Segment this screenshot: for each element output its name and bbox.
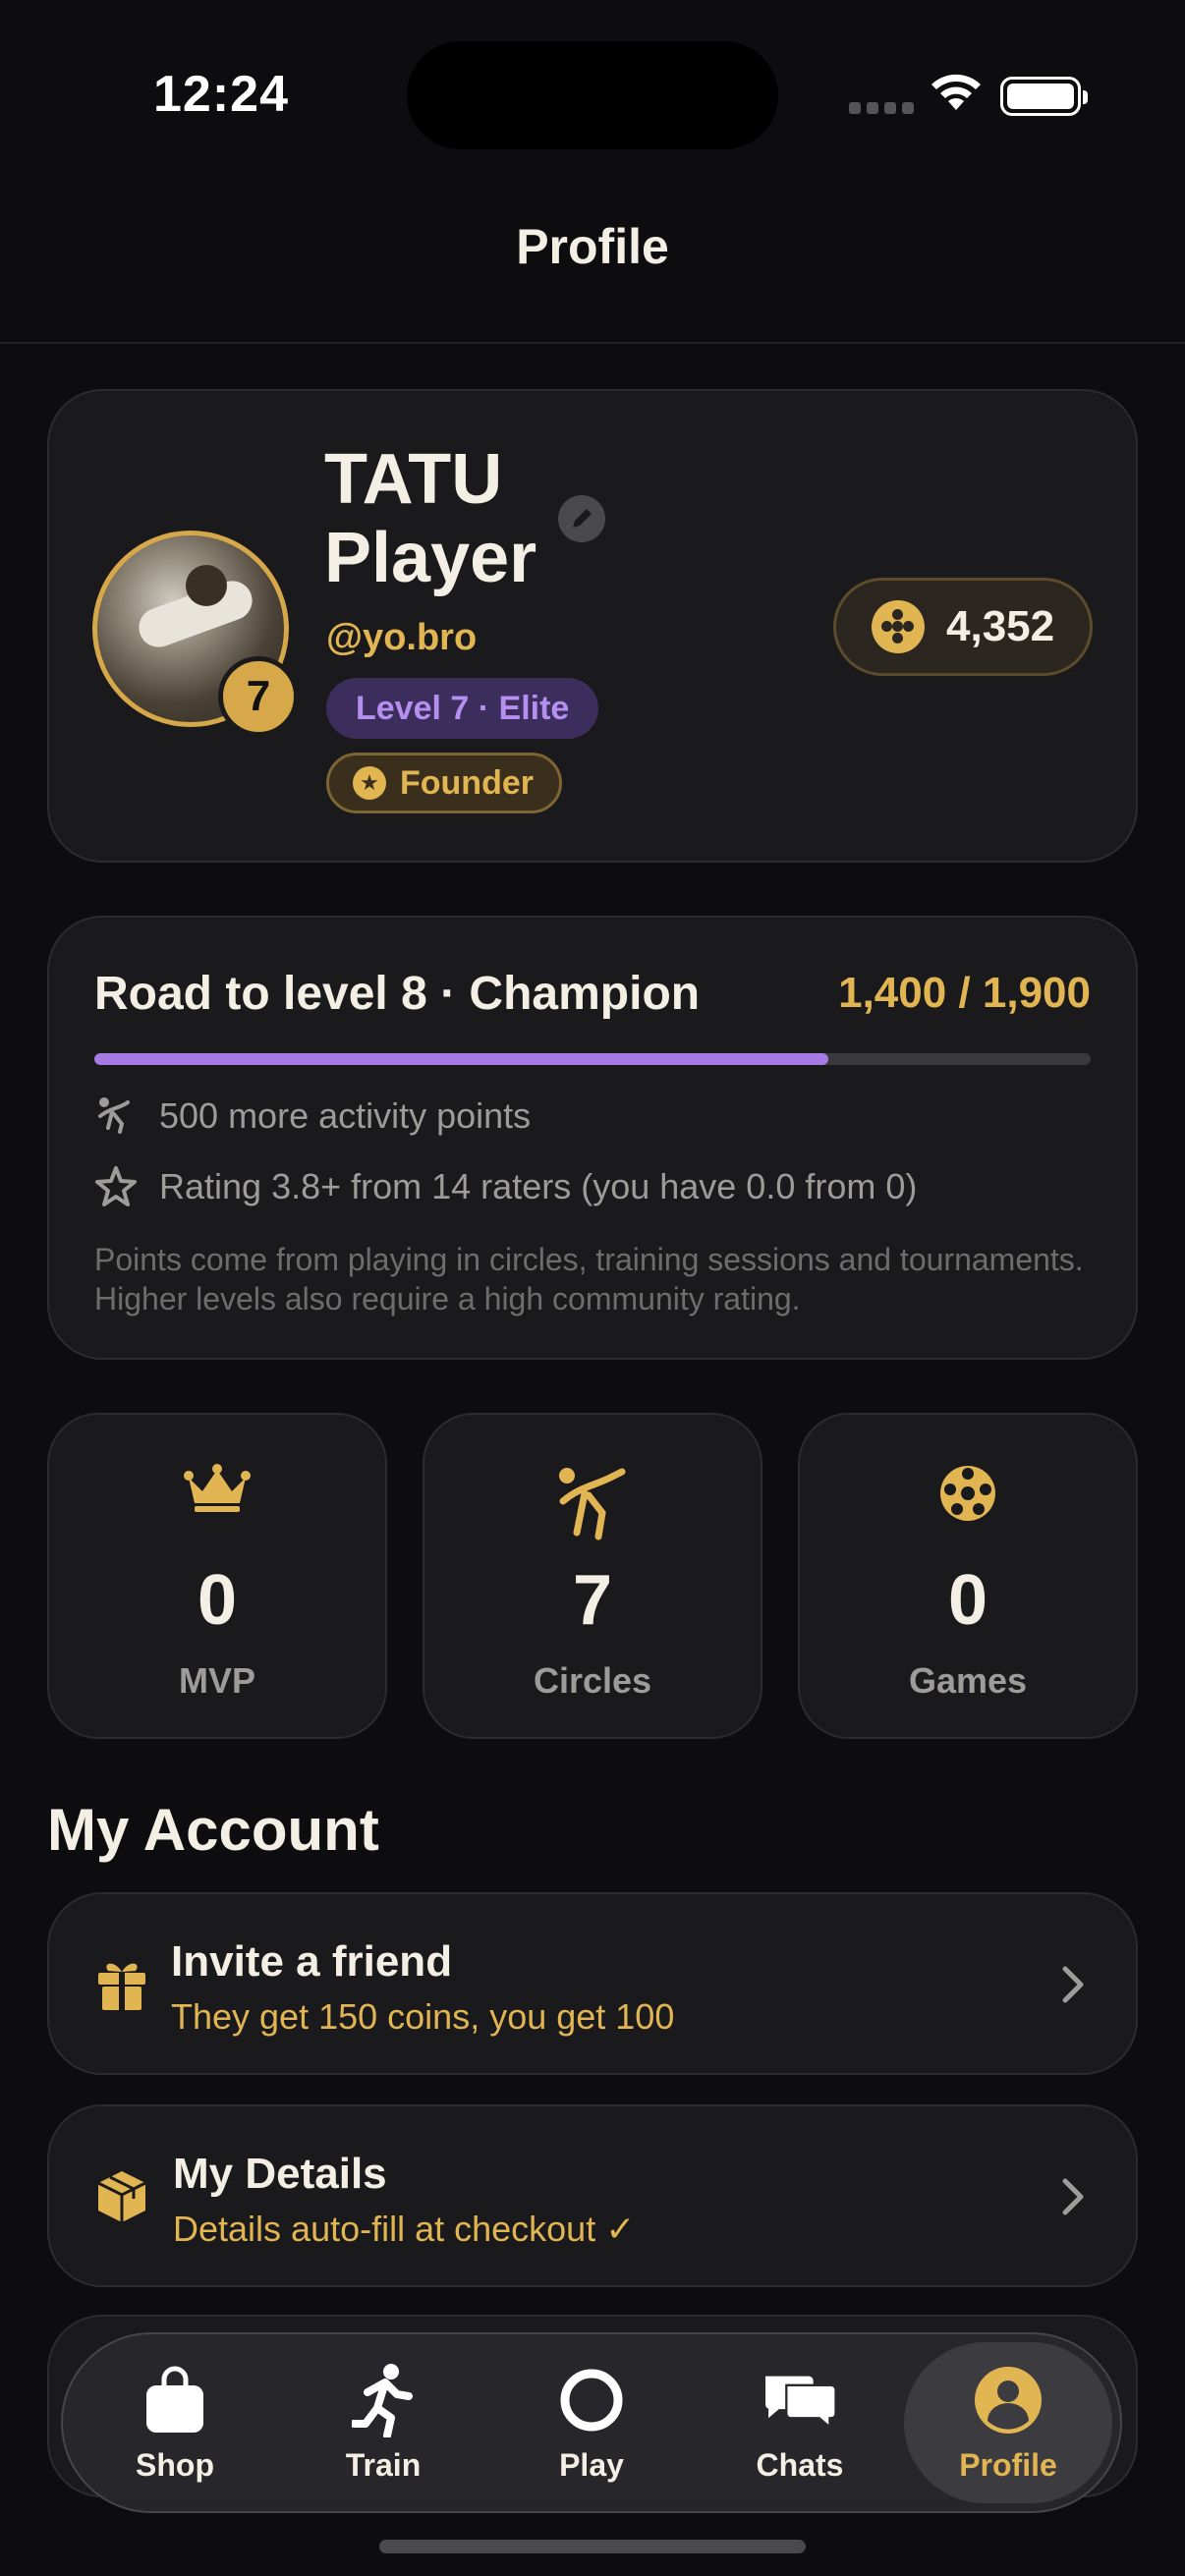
my-details-row[interactable]: My Details Details auto-fill at checkout… <box>47 2104 1138 2287</box>
tab-profile[interactable]: Profile <box>904 2342 1112 2503</box>
player-name: TATU Player <box>324 440 537 597</box>
profile-card: 7 TATU Player @yo.bro Level 7 · Elite ★ … <box>47 389 1138 863</box>
level-pill: Level 7 · Elite <box>326 678 599 739</box>
star-outline-icon <box>95 1166 137 1206</box>
battery-icon <box>1000 77 1088 116</box>
tab-label: Train <box>345 2446 422 2483</box>
stat-label: MVP <box>178 1660 255 1701</box>
username: @yo.bro <box>326 617 478 658</box>
row-subtitle: Details auto-fill at checkout ✓ <box>173 2209 636 2249</box>
invite-friend-row[interactable]: Invite a friend They get 150 coins, you … <box>47 1892 1138 2075</box>
progress-value: 1,400 / 1,900 <box>838 969 1091 1017</box>
founder-label: Founder <box>400 763 534 802</box>
level-progress-card: Road to level 8 · Champion 1,400 / 1,900… <box>47 916 1138 1360</box>
coins-value: 4,352 <box>946 602 1055 650</box>
stat-mvp[interactable]: 0 MVP <box>47 1413 387 1739</box>
status-time: 12:24 <box>153 66 289 123</box>
stat-label: Circles <box>533 1660 652 1701</box>
page-title: Profile <box>516 219 669 274</box>
points-note: Points come from playing in circles, tra… <box>94 1242 1084 1316</box>
status-bar: 12:24 <box>0 0 1185 196</box>
person-icon <box>975 2366 1042 2434</box>
requirement-points: 500 more activity points <box>94 1094 531 1138</box>
tab-label: Play <box>559 2446 624 2483</box>
requirement-rating-text: Rating 3.8+ from 14 raters (you have 0.0… <box>159 1166 918 1206</box>
tab-play[interactable]: Play <box>487 2342 696 2503</box>
founder-badge: ★ Founder <box>326 753 562 813</box>
pencil-icon <box>573 509 592 528</box>
wifi-icon <box>931 74 981 110</box>
edit-name-button[interactable] <box>558 495 605 542</box>
chat-bubbles-icon <box>765 2376 837 2430</box>
chevron-right-icon <box>1062 2178 1084 2215</box>
ring-icon <box>560 2369 623 2431</box>
gift-icon <box>98 1963 145 2010</box>
progress-bar <box>94 1053 1091 1065</box>
progress-title: Road to level 8 · Champion <box>94 968 701 1020</box>
crown-icon <box>184 1464 251 1512</box>
requirement-points-text: 500 more activity points <box>159 1095 532 1136</box>
tab-train[interactable]: Train <box>279 2342 487 2503</box>
activity-icon <box>98 1097 130 1134</box>
tab-label: Chats <box>756 2446 844 2483</box>
stat-circles[interactable]: 7 Circles <box>423 1413 762 1739</box>
tab-shop[interactable]: Shop <box>71 2342 279 2503</box>
star-icon: ★ <box>353 766 386 800</box>
chevron-right-icon <box>1062 1966 1084 2003</box>
progress-fill <box>94 1053 829 1065</box>
running-icon <box>352 2363 413 2437</box>
coin-icon <box>872 600 925 653</box>
stat-value: 0 <box>947 1561 988 1640</box>
kick-icon <box>559 1468 626 1540</box>
header-divider <box>0 342 1185 344</box>
dynamic-island <box>407 41 778 149</box>
cellular-signal-icon <box>849 102 914 114</box>
row-title: Invite a friend <box>171 1937 453 1986</box>
tab-bar: Shop Train Play Chats Profile <box>61 2332 1122 2513</box>
tab-label: Profile <box>959 2446 1057 2483</box>
row-title: My Details <box>173 2150 387 2198</box>
home-indicator <box>379 2540 806 2553</box>
box-icon <box>97 2171 146 2222</box>
requirement-rating: Rating 3.8+ from 14 raters (you have 0.0… <box>94 1165 917 1208</box>
stat-value: 7 <box>572 1561 613 1640</box>
level-badge: 7 <box>218 656 299 737</box>
soccer-ball-icon <box>940 1466 995 1521</box>
tab-label: Shop <box>136 2446 214 2483</box>
section-title-my-account: My Account <box>47 1797 379 1863</box>
shopping-bag-icon <box>146 2366 203 2433</box>
stat-label: Games <box>908 1660 1028 1701</box>
tab-chats[interactable]: Chats <box>696 2342 904 2503</box>
row-subtitle: They get 150 coins, you get 100 <box>171 1996 675 2037</box>
coins-balance[interactable]: 4,352 <box>833 578 1093 676</box>
stat-games[interactable]: 0 Games <box>798 1413 1138 1739</box>
stat-value: 0 <box>197 1561 238 1640</box>
